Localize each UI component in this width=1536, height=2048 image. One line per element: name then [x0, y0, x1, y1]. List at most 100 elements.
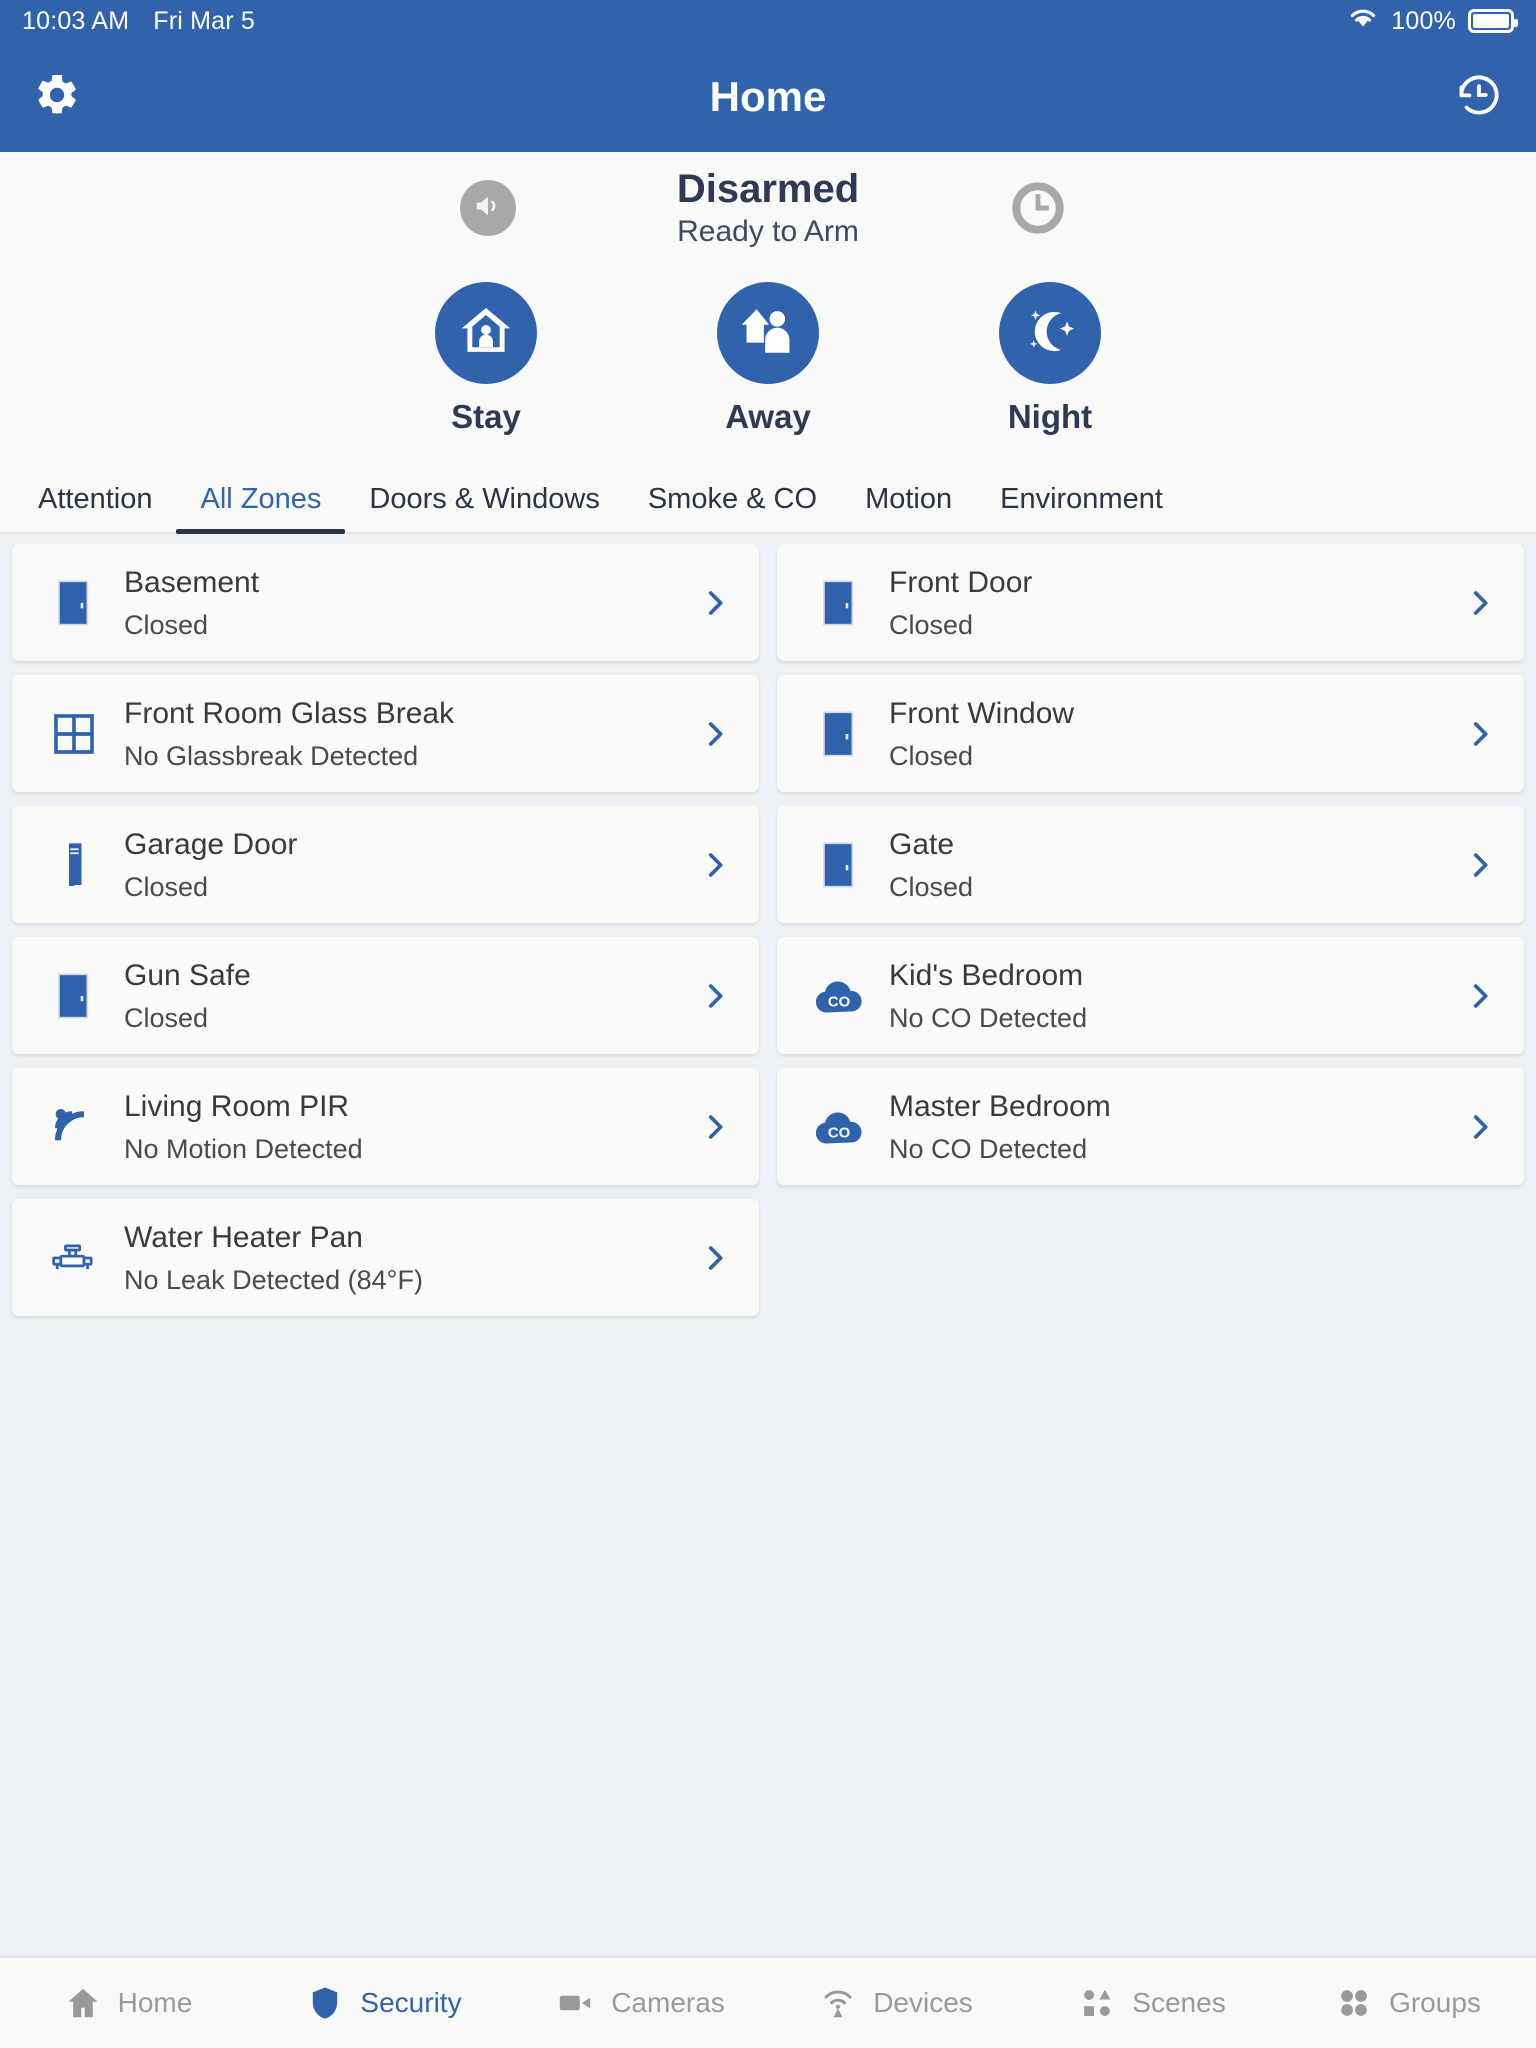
zone-filter-tabs: Attention All Zones Doors & Windows Smok…: [0, 462, 1536, 534]
history-clock-icon: [1455, 71, 1503, 124]
nav-label: Cameras: [611, 1987, 725, 2018]
tab-attention[interactable]: Attention: [14, 483, 176, 532]
nav-item-home[interactable]: Home: [0, 1984, 256, 2022]
zone-name: Gun Safe: [124, 959, 251, 993]
zone-name: Living Room PIR: [124, 1090, 350, 1124]
chevron-right-icon[interactable]: [693, 848, 737, 882]
arm-night-label: Night: [1007, 398, 1093, 435]
zone-text: Basement Closed: [106, 564, 693, 641]
zone-card-basement[interactable]: Basement Closed: [12, 544, 759, 661]
zone-name: Gate: [889, 828, 955, 862]
zone-card-kids-bedroom[interactable]: CO Kid's Bedroom No CO Detected: [777, 937, 1524, 1054]
chevron-right-icon[interactable]: [1458, 848, 1502, 882]
zone-card-gate[interactable]: Gate Closed: [777, 806, 1524, 923]
arm-mode-away[interactable]: Away: [668, 282, 868, 436]
page-title: Home: [709, 73, 827, 120]
nav-label: Groups: [1389, 1987, 1481, 2018]
door-icon: [42, 970, 106, 1022]
chevron-right-icon[interactable]: [693, 586, 737, 620]
arm-state: Disarmed: [676, 167, 860, 211]
nav-item-security[interactable]: Security: [256, 1984, 512, 2022]
zone-name: Front Room Glass Break: [124, 697, 455, 731]
tab-environment[interactable]: Environment: [976, 483, 1187, 532]
zone-card-water-heater-pan[interactable]: Water Heater Pan No Leak Detected (84°F): [12, 1199, 759, 1316]
chevron-right-icon[interactable]: [693, 1110, 737, 1144]
zone-card-front-room-glass-break[interactable]: Front Room Glass Break No Glassbreak Det…: [12, 675, 759, 792]
motion-waves-icon: [42, 1103, 106, 1151]
nav-item-devices[interactable]: Devices: [768, 1984, 1024, 2022]
nav-label: Devices: [873, 1987, 973, 2018]
zone-card-front-window[interactable]: Front Window Closed: [777, 675, 1524, 792]
tab-motion[interactable]: Motion: [841, 483, 976, 532]
nav-item-scenes[interactable]: Scenes: [1024, 1984, 1280, 2022]
chevron-right-icon[interactable]: [693, 979, 737, 1013]
chevron-right-icon[interactable]: [1458, 1110, 1502, 1144]
zone-card-gun-safe[interactable]: Gun Safe Closed: [12, 937, 759, 1054]
schedule-button[interactable]: [1010, 180, 1066, 236]
status-bar: 10:03 AM Fri Mar 5 100%: [0, 0, 1536, 42]
arm-mode-night[interactable]: Night: [950, 282, 1150, 436]
zone-text: Garage Door Closed: [106, 826, 693, 903]
zone-status: Closed: [889, 740, 974, 771]
zone-card-living-room-pir[interactable]: Living Room PIR No Motion Detected: [12, 1068, 759, 1185]
zone-status: Closed: [124, 1002, 209, 1033]
app-root: 10:03 AM Fri Mar 5 100% Home Disarmed Re…: [0, 0, 1536, 2048]
zone-status: No Glassbreak Detected: [124, 740, 419, 771]
wifi-icon: [1347, 6, 1379, 37]
door-icon: [807, 708, 871, 760]
arm-substate: Ready to Arm: [677, 215, 859, 249]
nav-label: Security: [360, 1987, 462, 2018]
app-header: Home: [0, 42, 1536, 152]
mute-button[interactable]: [460, 180, 516, 236]
settings-button[interactable]: [28, 68, 86, 126]
zone-status: No CO Detected: [889, 1133, 1088, 1164]
signal-device-icon: [819, 1984, 857, 2022]
zone-list-area: Basement Closed Front Door Closed Front …: [0, 534, 1536, 1956]
svg-text:CO: CO: [828, 1125, 850, 1141]
garage-door-icon: [42, 839, 106, 891]
video-camera-icon: [555, 1984, 595, 2022]
bottom-navigation: Home Security Cameras Devices Scenes Gro…: [0, 1956, 1536, 2048]
nav-item-groups[interactable]: Groups: [1280, 1984, 1536, 2022]
zone-text: Gate Closed: [871, 826, 1458, 903]
tab-doors-windows[interactable]: Doors & Windows: [345, 483, 623, 532]
arm-modes: Stay Away Night: [0, 268, 1536, 462]
history-button[interactable]: [1450, 68, 1508, 126]
moon-stars-icon: [1019, 300, 1081, 367]
zone-card-garage-door[interactable]: Garage Door Closed: [12, 806, 759, 923]
arm-night-circle: [999, 282, 1101, 384]
shield-icon: [306, 1984, 344, 2022]
door-icon: [807, 577, 871, 629]
arm-away-circle: [717, 282, 819, 384]
zone-text: Kid's Bedroom No CO Detected: [871, 957, 1458, 1034]
zone-card-master-bedroom[interactable]: CO Master Bedroom No CO Detected: [777, 1068, 1524, 1185]
zone-status: Closed: [124, 609, 209, 640]
chevron-right-icon[interactable]: [693, 1241, 737, 1275]
arm-away-label: Away: [725, 398, 811, 435]
water-pipe-icon: [42, 1236, 106, 1280]
door-icon: [807, 839, 871, 891]
status-bar-right: 100%: [1347, 6, 1518, 37]
zone-status: Closed: [889, 871, 974, 902]
zone-name: Front Door: [889, 566, 1033, 600]
nav-label: Home: [117, 1987, 193, 2018]
battery-percent: 100%: [1391, 6, 1456, 35]
zone-card-front-door[interactable]: Front Door Closed: [777, 544, 1524, 661]
arm-mode-stay[interactable]: Stay: [386, 282, 586, 436]
zone-text: Front Door Closed: [871, 564, 1458, 641]
chevron-right-icon[interactable]: [1458, 979, 1502, 1013]
tab-smoke-co[interactable]: Smoke & CO: [624, 483, 841, 532]
door-icon: [42, 577, 106, 629]
nav-item-cameras[interactable]: Cameras: [512, 1984, 768, 2022]
tab-all-zones[interactable]: All Zones: [176, 483, 346, 534]
zone-text: Master Bedroom No CO Detected: [871, 1088, 1458, 1165]
zone-status: No Leak Detected (84°F): [124, 1264, 423, 1295]
chevron-right-icon[interactable]: [1458, 586, 1502, 620]
chevron-right-icon[interactable]: [693, 717, 737, 751]
nav-label: Scenes: [1132, 1987, 1226, 2018]
gear-icon: [33, 71, 81, 124]
zone-text: Water Heater Pan No Leak Detected (84°F): [106, 1219, 693, 1296]
co-detector-icon: CO: [807, 1106, 871, 1148]
zone-name: Basement: [124, 566, 260, 600]
chevron-right-icon[interactable]: [1458, 717, 1502, 751]
